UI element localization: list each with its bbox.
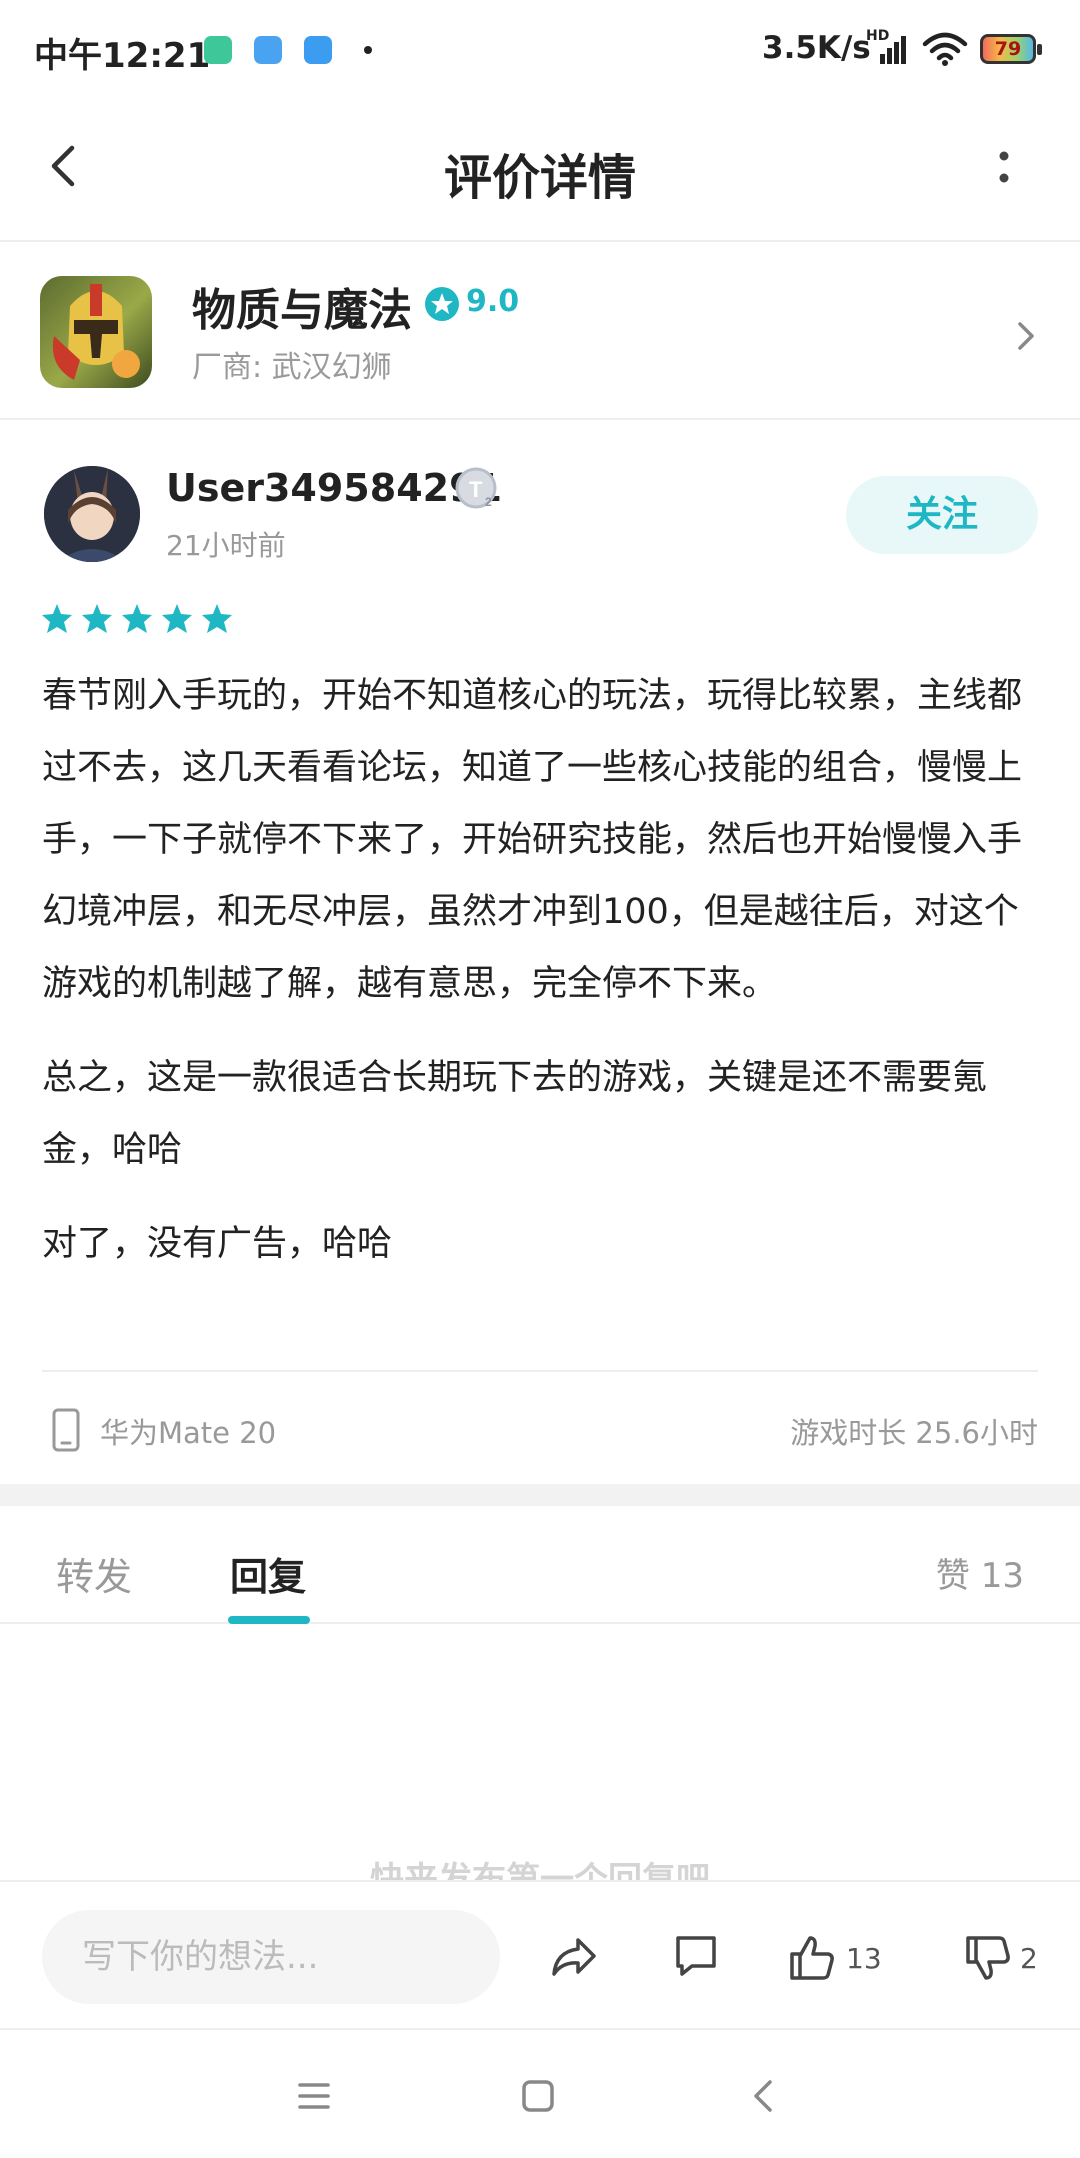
user-avatar[interactable]: [44, 466, 140, 562]
user-level-badge-icon: T 2: [455, 467, 497, 509]
reply-tabs: 转发 回复 赞 13: [0, 1506, 1080, 1624]
device-name: 华为Mate 20: [100, 1416, 277, 1450]
more-options-icon[interactable]: [984, 144, 1024, 194]
app-header: 评价详情: [0, 100, 1080, 242]
signal-icon: [880, 36, 906, 64]
review-paragraph: 对了，没有广告，哈哈: [42, 1224, 393, 1264]
tab-reply[interactable]: 回复: [230, 1546, 306, 1601]
game-name: 物质与魔法: [192, 285, 412, 336]
message-notification-icon: [204, 36, 232, 64]
dislike-button[interactable]: 2: [962, 1930, 1038, 1986]
thumbs-up-icon: [790, 1936, 834, 1980]
dislike-count: 2: [1020, 1941, 1038, 1975]
phone-icon: [52, 1408, 80, 1452]
battery-icon: 79: [980, 34, 1042, 64]
empty-replies-hint: 快来发布第一个回复吧: [370, 1860, 710, 1882]
active-tab-indicator: [228, 1616, 310, 1624]
app-notification-icon: [254, 36, 282, 64]
star-icon: [162, 604, 192, 633]
game-icon: [40, 276, 152, 388]
cloud-notification-icon: [304, 36, 332, 64]
wifi-icon: [922, 32, 968, 66]
svg-text:2: 2: [485, 495, 492, 509]
review-stars: [40, 602, 234, 642]
like-button[interactable]: 13: [786, 1930, 882, 1986]
follow-button[interactable]: 关注: [846, 476, 1038, 554]
network-speed: 3.5K/s: [762, 30, 871, 66]
thumbs-down-icon: [966, 1936, 1010, 1980]
page-title: 评价详情: [443, 150, 636, 206]
battery-level: 79: [994, 38, 1022, 60]
system-nav-bar: [0, 2032, 1080, 2158]
star-icon: [202, 604, 232, 633]
review-paragraph: 总之，这是一款很适合长期玩下去的游戏，关键是还不需要氪金，哈哈: [42, 1058, 988, 1170]
comment-icon: [676, 1936, 716, 1976]
review-time: 21小时前: [166, 529, 286, 562]
tab-repost[interactable]: 转发: [56, 1546, 132, 1601]
game-rating: 9.0: [466, 284, 520, 319]
bottom-action-bar: 13 2: [0, 1880, 1080, 2030]
nav-back-icon[interactable]: [742, 2074, 786, 2118]
game-vendor: 厂商: 武汉幻狮: [192, 350, 392, 385]
svg-text:T: T: [469, 477, 483, 502]
share-icon: [552, 1938, 596, 1976]
status-time: 中午12:21: [34, 36, 211, 76]
chevron-right-icon: [1018, 322, 1034, 350]
section-divider: [0, 1484, 1080, 1506]
username[interactable]: User349584291: [166, 466, 502, 510]
rating-star-icon: [425, 287, 459, 321]
game-card[interactable]: 物质与魔法 9.0 厂商: 武汉幻狮: [0, 242, 1080, 420]
star-icon: [82, 604, 112, 633]
status-bar: 中午12:21 3.5K/s HD 79: [0, 0, 1080, 100]
share-button[interactable]: [548, 1930, 600, 1986]
more-notifications-dot: [364, 46, 372, 54]
like-count: 13: [846, 1941, 882, 1975]
star-icon: [42, 604, 72, 633]
menu-icon[interactable]: [292, 2074, 336, 2118]
divider: [42, 1370, 1038, 1372]
tab-likes[interactable]: 赞 13: [936, 1548, 1024, 1597]
play-time: 游戏时长 25.6小时: [790, 1416, 1038, 1450]
review-paragraph: 春节刚入手玩的，开始不知道核心的玩法，玩得比较累，主线都过不去，这几天看看论坛，…: [42, 676, 1023, 1004]
reply-input[interactable]: [42, 1910, 500, 2004]
star-icon: [122, 604, 152, 633]
home-icon[interactable]: [516, 2074, 560, 2118]
review-content: 春节刚入手玩的，开始不知道核心的玩法，玩得比较累，主线都过不去，这几天看看论坛，…: [42, 660, 1042, 1302]
comment-button[interactable]: [670, 1930, 722, 1986]
